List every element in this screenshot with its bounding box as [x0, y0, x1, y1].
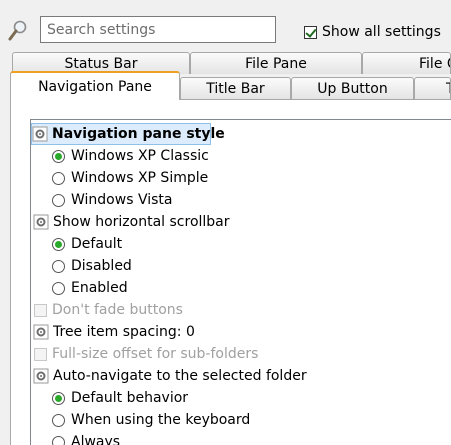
option-windows-xp-classic[interactable]: Windows XP Classic [52, 145, 209, 167]
option-label: Enabled [71, 280, 128, 296]
tab-label: File C [419, 55, 450, 72]
setting-label: Full-size offset for sub-folders [52, 346, 259, 362]
radio-button[interactable] [52, 413, 65, 427]
setting-show-horizontal-scrollbar[interactable]: Show horizontal scrollbar [33, 211, 230, 233]
tab-navigation-pane[interactable]: Navigation Pane [10, 71, 180, 100]
tab-label: Up Button [317, 80, 388, 97]
tab-label: T [446, 81, 450, 97]
radio-button[interactable] [52, 149, 65, 163]
show-all-label: Show all settings [322, 24, 441, 40]
radio-button[interactable] [52, 259, 65, 273]
tab-label: Title Bar [206, 80, 265, 97]
setting-full-size-offset: Full-size offset for sub-folders [34, 343, 258, 365]
setting-auto-navigate[interactable]: Auto-navigate to the selected folder [33, 365, 307, 387]
tab-title-bar[interactable]: Title Bar [180, 77, 291, 99]
option-enabled[interactable]: Enabled [52, 277, 128, 299]
setting-dont-fade-buttons: Don't fade buttons [34, 299, 183, 321]
search-field[interactable] [40, 16, 276, 43]
setting-navigation-pane-style[interactable]: Navigation pane style [31, 123, 225, 145]
option-label: Default behavior [71, 390, 189, 406]
setting-label: Show horizontal scrollbar [53, 214, 230, 230]
option-default-behavior[interactable]: Default behavior [52, 387, 188, 409]
tab-file-pane[interactable]: File Pane [190, 52, 362, 74]
option-default[interactable]: Default [52, 233, 122, 255]
setting-label: Don't fade buttons [52, 302, 183, 318]
setting-tree-item-spacing[interactable]: Tree item spacing: 0 [33, 321, 195, 343]
setting-label: Tree item spacing: 0 [53, 324, 195, 340]
radio-button[interactable] [52, 391, 65, 405]
gear-icon [32, 126, 48, 142]
gear-icon [33, 368, 49, 384]
option-label: Always [71, 434, 121, 445]
tab-up-button[interactable]: Up Button [291, 77, 414, 99]
option-label: Windows XP Classic [71, 148, 209, 164]
option-windows-xp-simple[interactable]: Windows XP Simple [52, 167, 208, 189]
radio-button[interactable] [52, 281, 65, 295]
option-label: Windows Vista [71, 192, 173, 208]
option-label: Default [71, 236, 123, 252]
search-input[interactable] [41, 17, 273, 42]
checkbox [34, 347, 47, 361]
tab-t[interactable]: T [414, 77, 451, 99]
tab-label: Navigation Pane [38, 78, 152, 95]
option-windows-vista[interactable]: Windows Vista [52, 189, 172, 211]
checkbox [34, 303, 47, 317]
option-label: When using the keyboard [71, 412, 251, 428]
tab-label: File Pane [245, 55, 307, 72]
setting-label: Auto-navigate to the selected folder [53, 368, 307, 384]
settings-list[interactable]: Navigation pane style Windows XP Classic… [30, 119, 451, 445]
option-always[interactable]: Always [52, 431, 120, 445]
option-label: Disabled [71, 258, 132, 274]
show-all-checkbox[interactable] [304, 25, 317, 39]
toolbar: Show all settings [0, 0, 451, 48]
gear-icon [33, 324, 49, 340]
magnifier-icon [8, 20, 28, 42]
tab-panel: Navigation pane style Windows XP Classic… [10, 99, 451, 445]
radio-button[interactable] [52, 171, 65, 185]
option-disabled[interactable]: Disabled [52, 255, 132, 277]
option-label: Windows XP Simple [71, 170, 209, 186]
tab-file-c[interactable]: File C [362, 52, 451, 74]
tab-label: Status Bar [64, 55, 138, 72]
radio-button[interactable] [52, 237, 65, 251]
show-all-settings-toggle[interactable]: Show all settings [304, 22, 441, 42]
radio-button[interactable] [52, 193, 65, 207]
gear-icon [33, 214, 49, 230]
radio-button[interactable] [52, 435, 65, 445]
setting-label: Navigation pane style [52, 126, 225, 142]
option-when-using-keyboard[interactable]: When using the keyboard [52, 409, 250, 431]
